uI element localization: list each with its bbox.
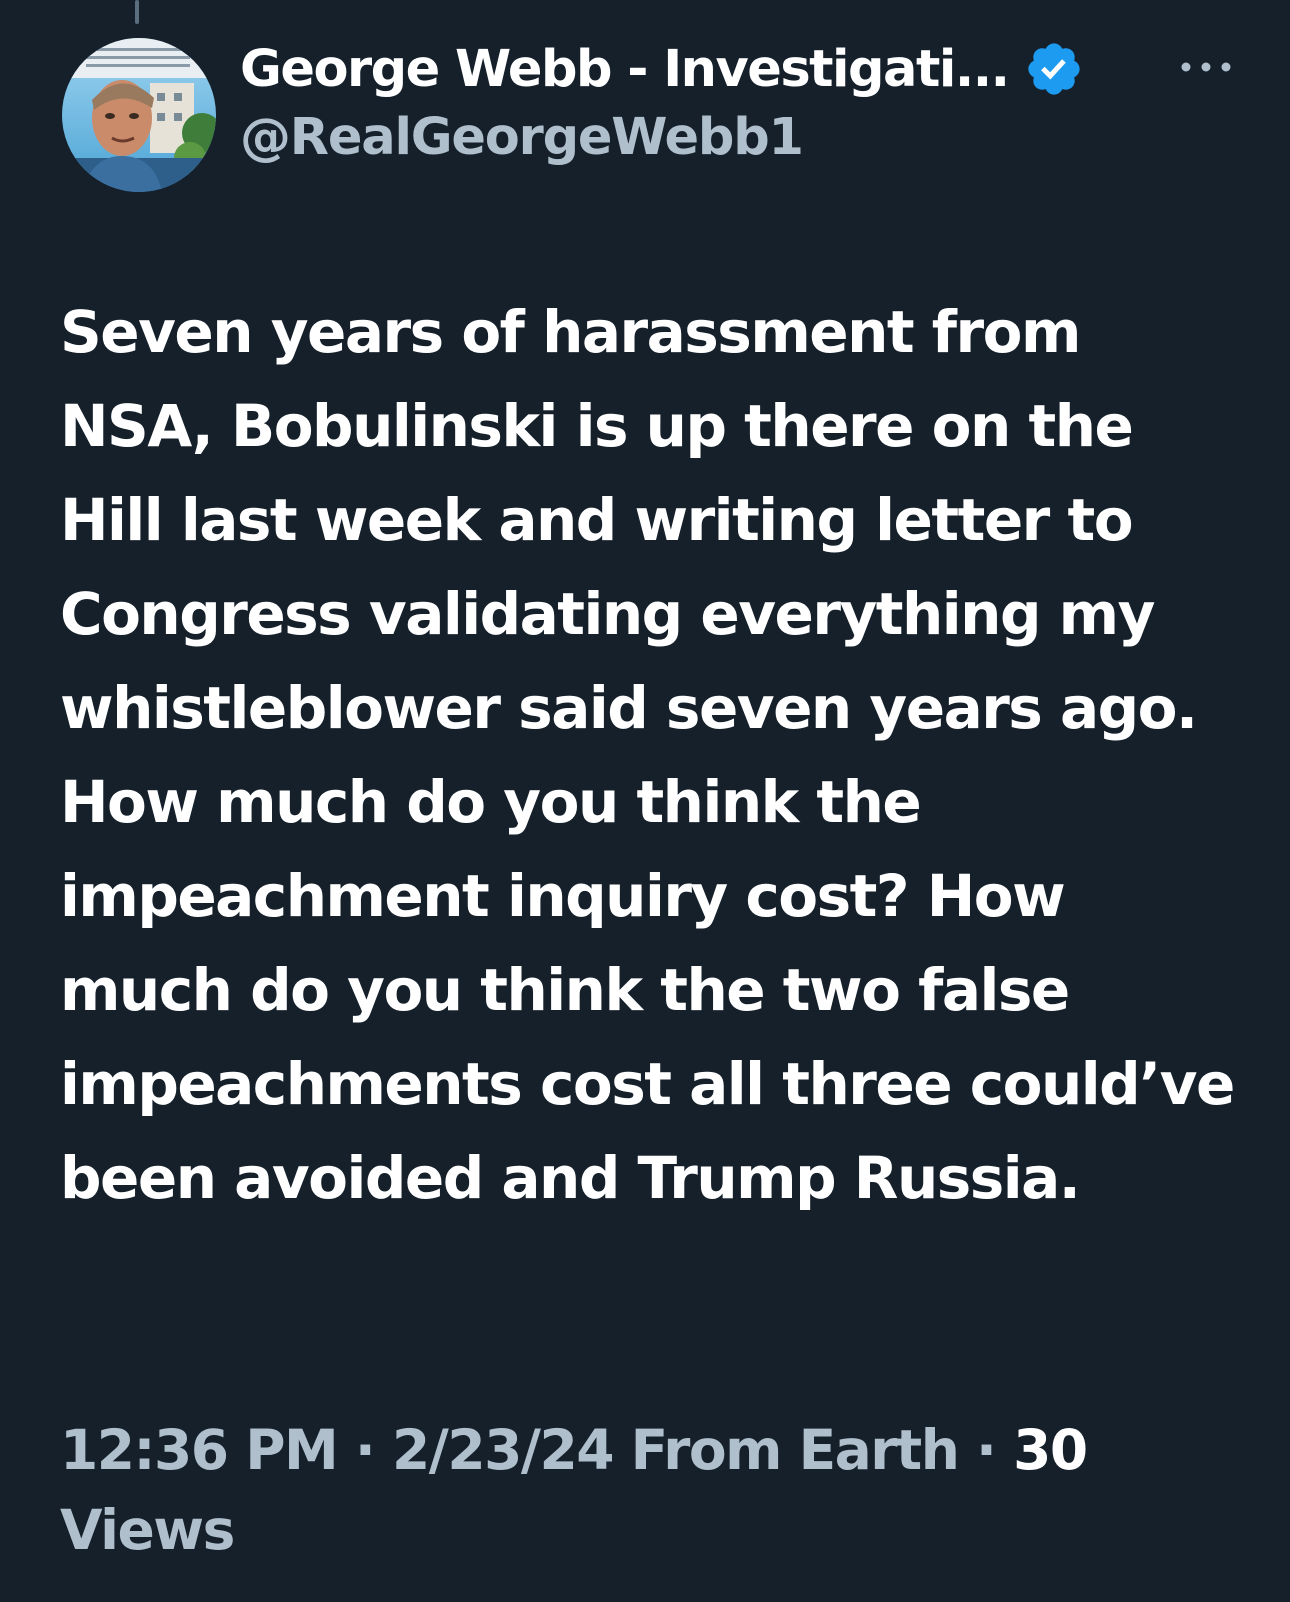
author-name-row: George Webb - Investigati... [240,30,1231,108]
views-count: 30 [1013,1418,1088,1482]
tweet-source: From Earth [630,1418,960,1482]
views-label: Views [60,1498,235,1562]
author-handle[interactable]: @RealGeorgeWebb1 [240,108,1230,167]
tweet-header: George Webb - Investigati... @RealGeorge… [240,30,1231,190]
profile-photo-icon [62,38,216,192]
author-display-name[interactable]: George Webb - Investigati... [240,40,1010,99]
tweet-date[interactable]: 2/23/24 [392,1418,615,1482]
tweet-metadata: 12:36 PM · 2/23/24 From Earth · 30 Views [60,1410,1160,1570]
thread-connector-line [135,0,139,24]
avatar[interactable] [62,38,216,192]
tweet-text: Seven years of harassment from NSA, Bobu… [60,298,1235,1212]
more-dots-icon[interactable] [1178,52,1234,82]
verified-badge-icon [1028,43,1081,95]
tweet-time[interactable]: 12:36 PM [60,1418,339,1482]
separator-dot: · [354,1418,376,1482]
separator-dot: · [976,1418,997,1482]
